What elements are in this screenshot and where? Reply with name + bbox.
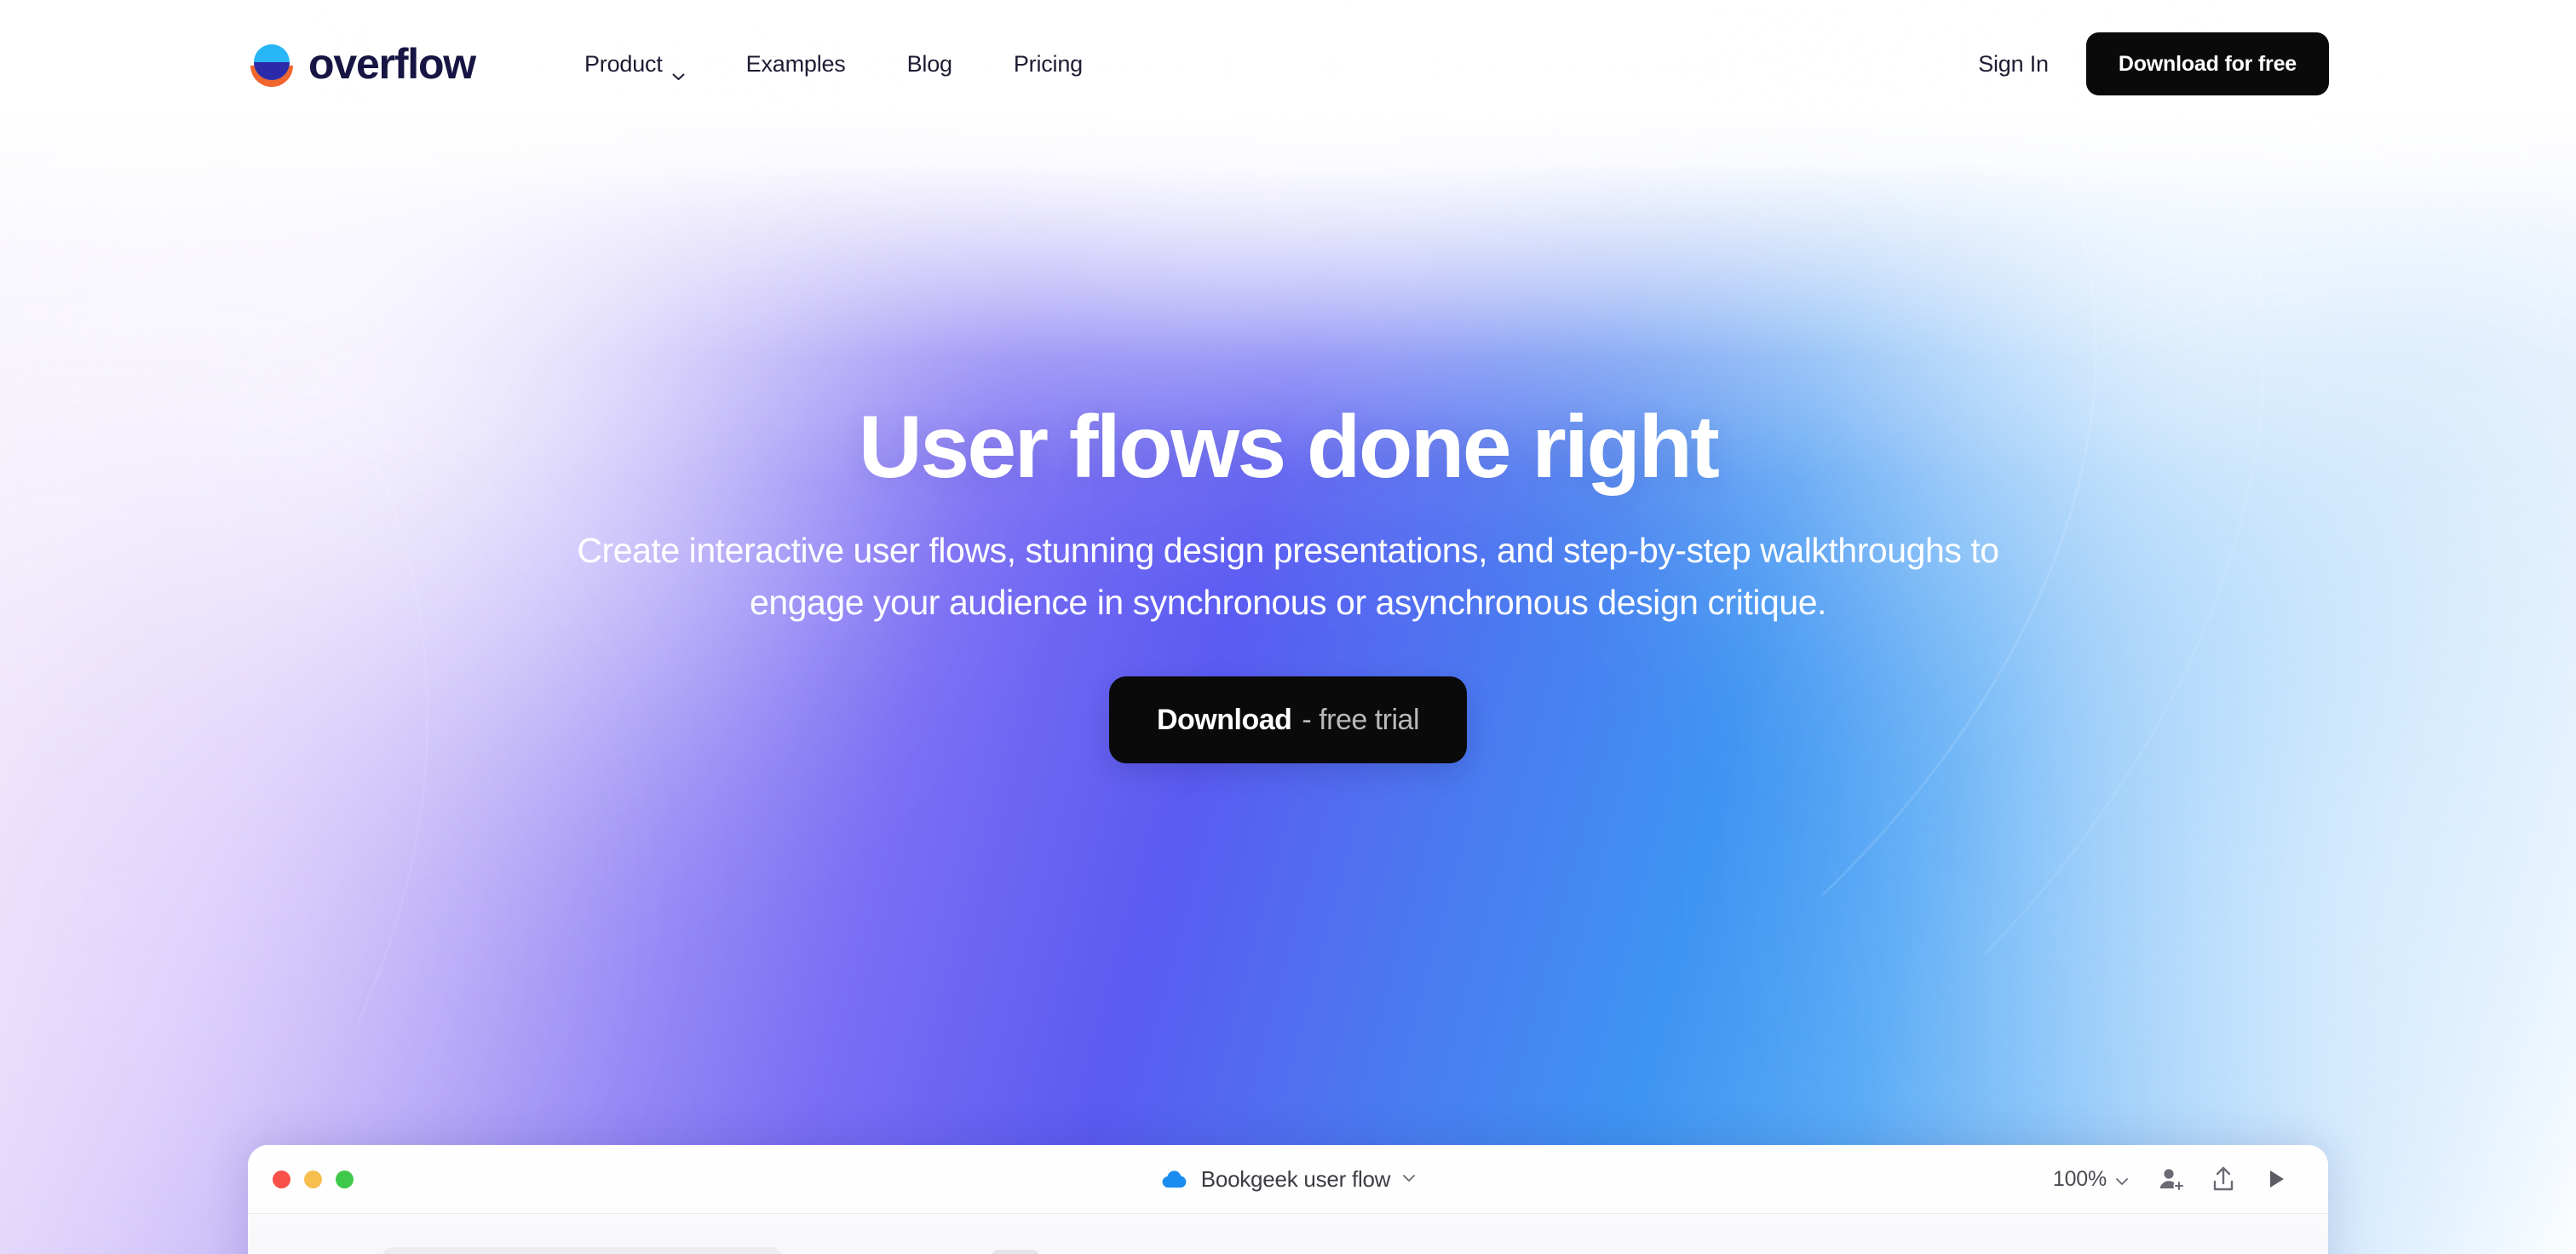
app-document-title-group: Bookgeek user flow xyxy=(248,1145,2328,1213)
present-play-icon[interactable] xyxy=(2250,1153,2303,1205)
align-left-icon[interactable] xyxy=(1051,1250,1099,1254)
brand-name: overflow xyxy=(308,40,476,88)
hero-download-primary-label: Download xyxy=(1156,703,1292,736)
download-for-free-button[interactable]: Download for free xyxy=(2085,32,2329,95)
window-traffic-lights xyxy=(248,1170,354,1188)
connector-curve-icon[interactable] xyxy=(858,1250,906,1254)
hero-download-button[interactable]: Download - free trial xyxy=(1108,676,1468,764)
zoom-level-value: 100% xyxy=(2052,1166,2107,1191)
connector-style-selector[interactable]: Connector style 1 xyxy=(382,1246,782,1254)
hero-title: User flows done right xyxy=(858,398,1720,497)
layers-duplicate-icon[interactable] xyxy=(2105,1250,2153,1254)
app-toolbar: Connector style 1 xyxy=(248,1213,2328,1254)
share-icon[interactable] xyxy=(2197,1153,2250,1205)
window-minimize-button[interactable] xyxy=(304,1170,322,1188)
align-middle-icon[interactable] xyxy=(1289,1250,1337,1254)
align-right-icon[interactable] xyxy=(1150,1250,1198,1254)
hero-cta-container: Download - free trial xyxy=(0,676,2576,764)
distribute-horizontal-icon[interactable] xyxy=(1428,1250,1475,1254)
cloud-icon xyxy=(1160,1169,1189,1189)
toolbar-right-group xyxy=(2105,1250,2306,1254)
chevron-down-icon xyxy=(2115,1167,2129,1192)
app-window-preview: Bookgeek user flow 100% xyxy=(248,1145,2328,1254)
align-center-horizontal-icon[interactable] xyxy=(1101,1250,1148,1254)
app-document-title: Bookgeek user flow xyxy=(1200,1165,1391,1192)
sign-in-link[interactable]: Sign In xyxy=(1941,51,2086,78)
app-titlebar-actions: 100% xyxy=(2038,1153,2328,1205)
distribute-vertical-icon[interactable] xyxy=(1477,1250,1525,1254)
chevron-down-icon xyxy=(672,60,685,80)
chevron-down-icon[interactable] xyxy=(797,1250,819,1254)
align-bottom-icon[interactable] xyxy=(1338,1250,1386,1254)
chevron-down-icon[interactable] xyxy=(1402,1171,1416,1187)
nav-links: Product Examples Blog Pricing xyxy=(554,50,1113,80)
zoom-level-selector[interactable]: 100% xyxy=(2038,1167,2144,1192)
nav-item-examples-label: Examples xyxy=(745,50,846,77)
connection-point-icon[interactable] xyxy=(270,1250,318,1254)
hero-download-secondary-label: - free trial xyxy=(1302,703,1420,736)
chevron-down-icon[interactable] xyxy=(321,1250,343,1254)
nav-item-blog-label: Blog xyxy=(906,50,952,77)
overflow-logo-icon xyxy=(247,39,296,89)
redo-arrow-icon[interactable] xyxy=(944,1250,992,1254)
nav-actions: Sign In Download for free xyxy=(1941,32,2329,95)
pin-note-icon[interactable] xyxy=(992,1249,1039,1254)
window-close-button[interactable] xyxy=(273,1170,290,1188)
main-navigation: overflow Product Examples Blog Pricing S… xyxy=(0,0,2576,128)
add-collaborator-icon[interactable] xyxy=(2144,1153,2197,1205)
unlock-icon[interactable] xyxy=(2258,1250,2306,1254)
nav-item-product[interactable]: Product xyxy=(554,50,716,80)
landing-page: overflow Product Examples Blog Pricing S… xyxy=(0,0,2576,1254)
toolbar-alignment-group xyxy=(1051,1250,1525,1254)
nav-item-pricing-label: Pricing xyxy=(1013,50,1083,77)
nav-item-pricing[interactable]: Pricing xyxy=(983,51,1113,78)
toolbar-left-group xyxy=(270,1250,343,1254)
align-top-icon[interactable] xyxy=(1239,1250,1287,1254)
brand-logo-link[interactable]: overflow xyxy=(247,39,476,89)
app-titlebar: Bookgeek user flow 100% xyxy=(248,1145,2328,1213)
shape-arch-icon[interactable] xyxy=(2207,1250,2255,1254)
nav-item-blog[interactable]: Blog xyxy=(877,51,983,78)
expand-fullscreen-icon[interactable] xyxy=(2156,1250,2204,1254)
window-maximize-button[interactable] xyxy=(336,1170,354,1188)
nav-item-product-label: Product xyxy=(584,50,663,77)
hero-subtitle: Create interactive user flows, stunning … xyxy=(577,531,1999,623)
nav-item-examples[interactable]: Examples xyxy=(716,51,877,78)
